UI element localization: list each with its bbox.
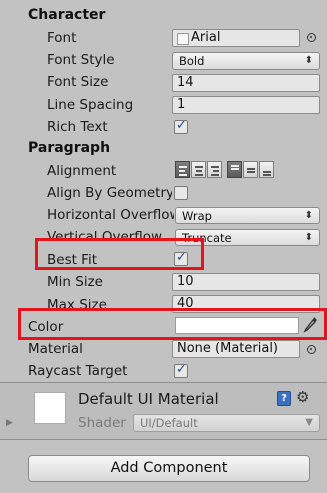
section-header-character: Character	[28, 7, 106, 23]
font-asset-icon	[177, 33, 189, 45]
font-field[interactable]: Arial	[172, 29, 300, 47]
circle-target-icon[interactable]	[307, 345, 316, 354]
align-by-geometry-checkbox[interactable]	[174, 186, 188, 200]
align-center-button[interactable]	[191, 161, 206, 178]
shader-label: Shader	[78, 415, 126, 431]
material-field[interactable]: None (Material)	[172, 340, 300, 358]
min-size-field[interactable]: 10	[172, 273, 320, 291]
material-thumbnail	[34, 392, 66, 424]
font-style-label: Font Style	[47, 52, 115, 68]
align-left-button[interactable]	[175, 161, 190, 178]
align-right-button[interactable]	[207, 161, 222, 178]
raycast-target-label: Raycast Target	[28, 363, 128, 379]
help-book-icon[interactable]: ?	[277, 391, 291, 406]
font-value: Arial	[191, 30, 221, 45]
inspector-panel: Character Font Arial Font Style Bold ⬍ F…	[0, 0, 327, 493]
circle-target-icon[interactable]	[307, 33, 316, 42]
dropdown-arrow-icon: ⬍	[304, 210, 313, 221]
horizontal-overflow-dropdown[interactable]: Wrap ⬍	[175, 207, 320, 224]
gear-icon[interactable]: ⚙	[296, 388, 309, 406]
horizontal-overflow-value: Wrap	[182, 209, 212, 223]
section-header-paragraph: Paragraph	[28, 140, 111, 156]
shader-dropdown[interactable]: UI/Default ▼	[133, 414, 320, 432]
line-spacing-field[interactable]: 1	[172, 96, 320, 114]
divider	[0, 439, 327, 440]
shader-value: UI/Default	[140, 416, 198, 430]
dropdown-arrow-icon: ⬍	[304, 232, 313, 243]
dropdown-arrow-icon: ⬍	[304, 55, 313, 66]
checkmark-icon: ✓	[176, 362, 187, 377]
highlight-box-color	[18, 308, 327, 340]
align-bottom-button[interactable]	[259, 161, 274, 178]
material-name: Default UI Material	[78, 390, 219, 408]
material-label: Material	[28, 341, 83, 357]
raycast-target-checkbox[interactable]: ✓	[174, 362, 188, 378]
font-style-value: Bold	[179, 54, 205, 68]
align-middle-button[interactable]	[243, 161, 258, 178]
rich-text-checkbox[interactable]: ✓	[174, 118, 188, 134]
horizontal-overflow-label: Horizontal Overflow	[47, 207, 174, 223]
font-label: Font	[47, 30, 77, 46]
font-size-field[interactable]: 14	[172, 74, 320, 92]
min-size-label: Min Size	[47, 274, 103, 290]
highlight-box-best-fit	[35, 238, 204, 270]
line-spacing-label: Line Spacing	[47, 97, 134, 113]
foldout-arrow-icon[interactable]: ▶	[6, 418, 13, 428]
align-top-button[interactable]	[227, 161, 242, 178]
dropdown-arrow-icon: ▼	[305, 417, 313, 428]
font-style-dropdown[interactable]: Bold ⬍	[172, 52, 320, 70]
add-component-button[interactable]: Add Component	[28, 455, 310, 482]
font-size-label: Font Size	[47, 74, 109, 90]
align-by-geometry-label: Align By Geometry	[47, 185, 172, 201]
alignment-button-group	[175, 161, 325, 178]
rich-text-label: Rich Text	[47, 119, 108, 135]
checkmark-icon: ✓	[176, 118, 187, 133]
alignment-label: Alignment	[47, 163, 117, 179]
